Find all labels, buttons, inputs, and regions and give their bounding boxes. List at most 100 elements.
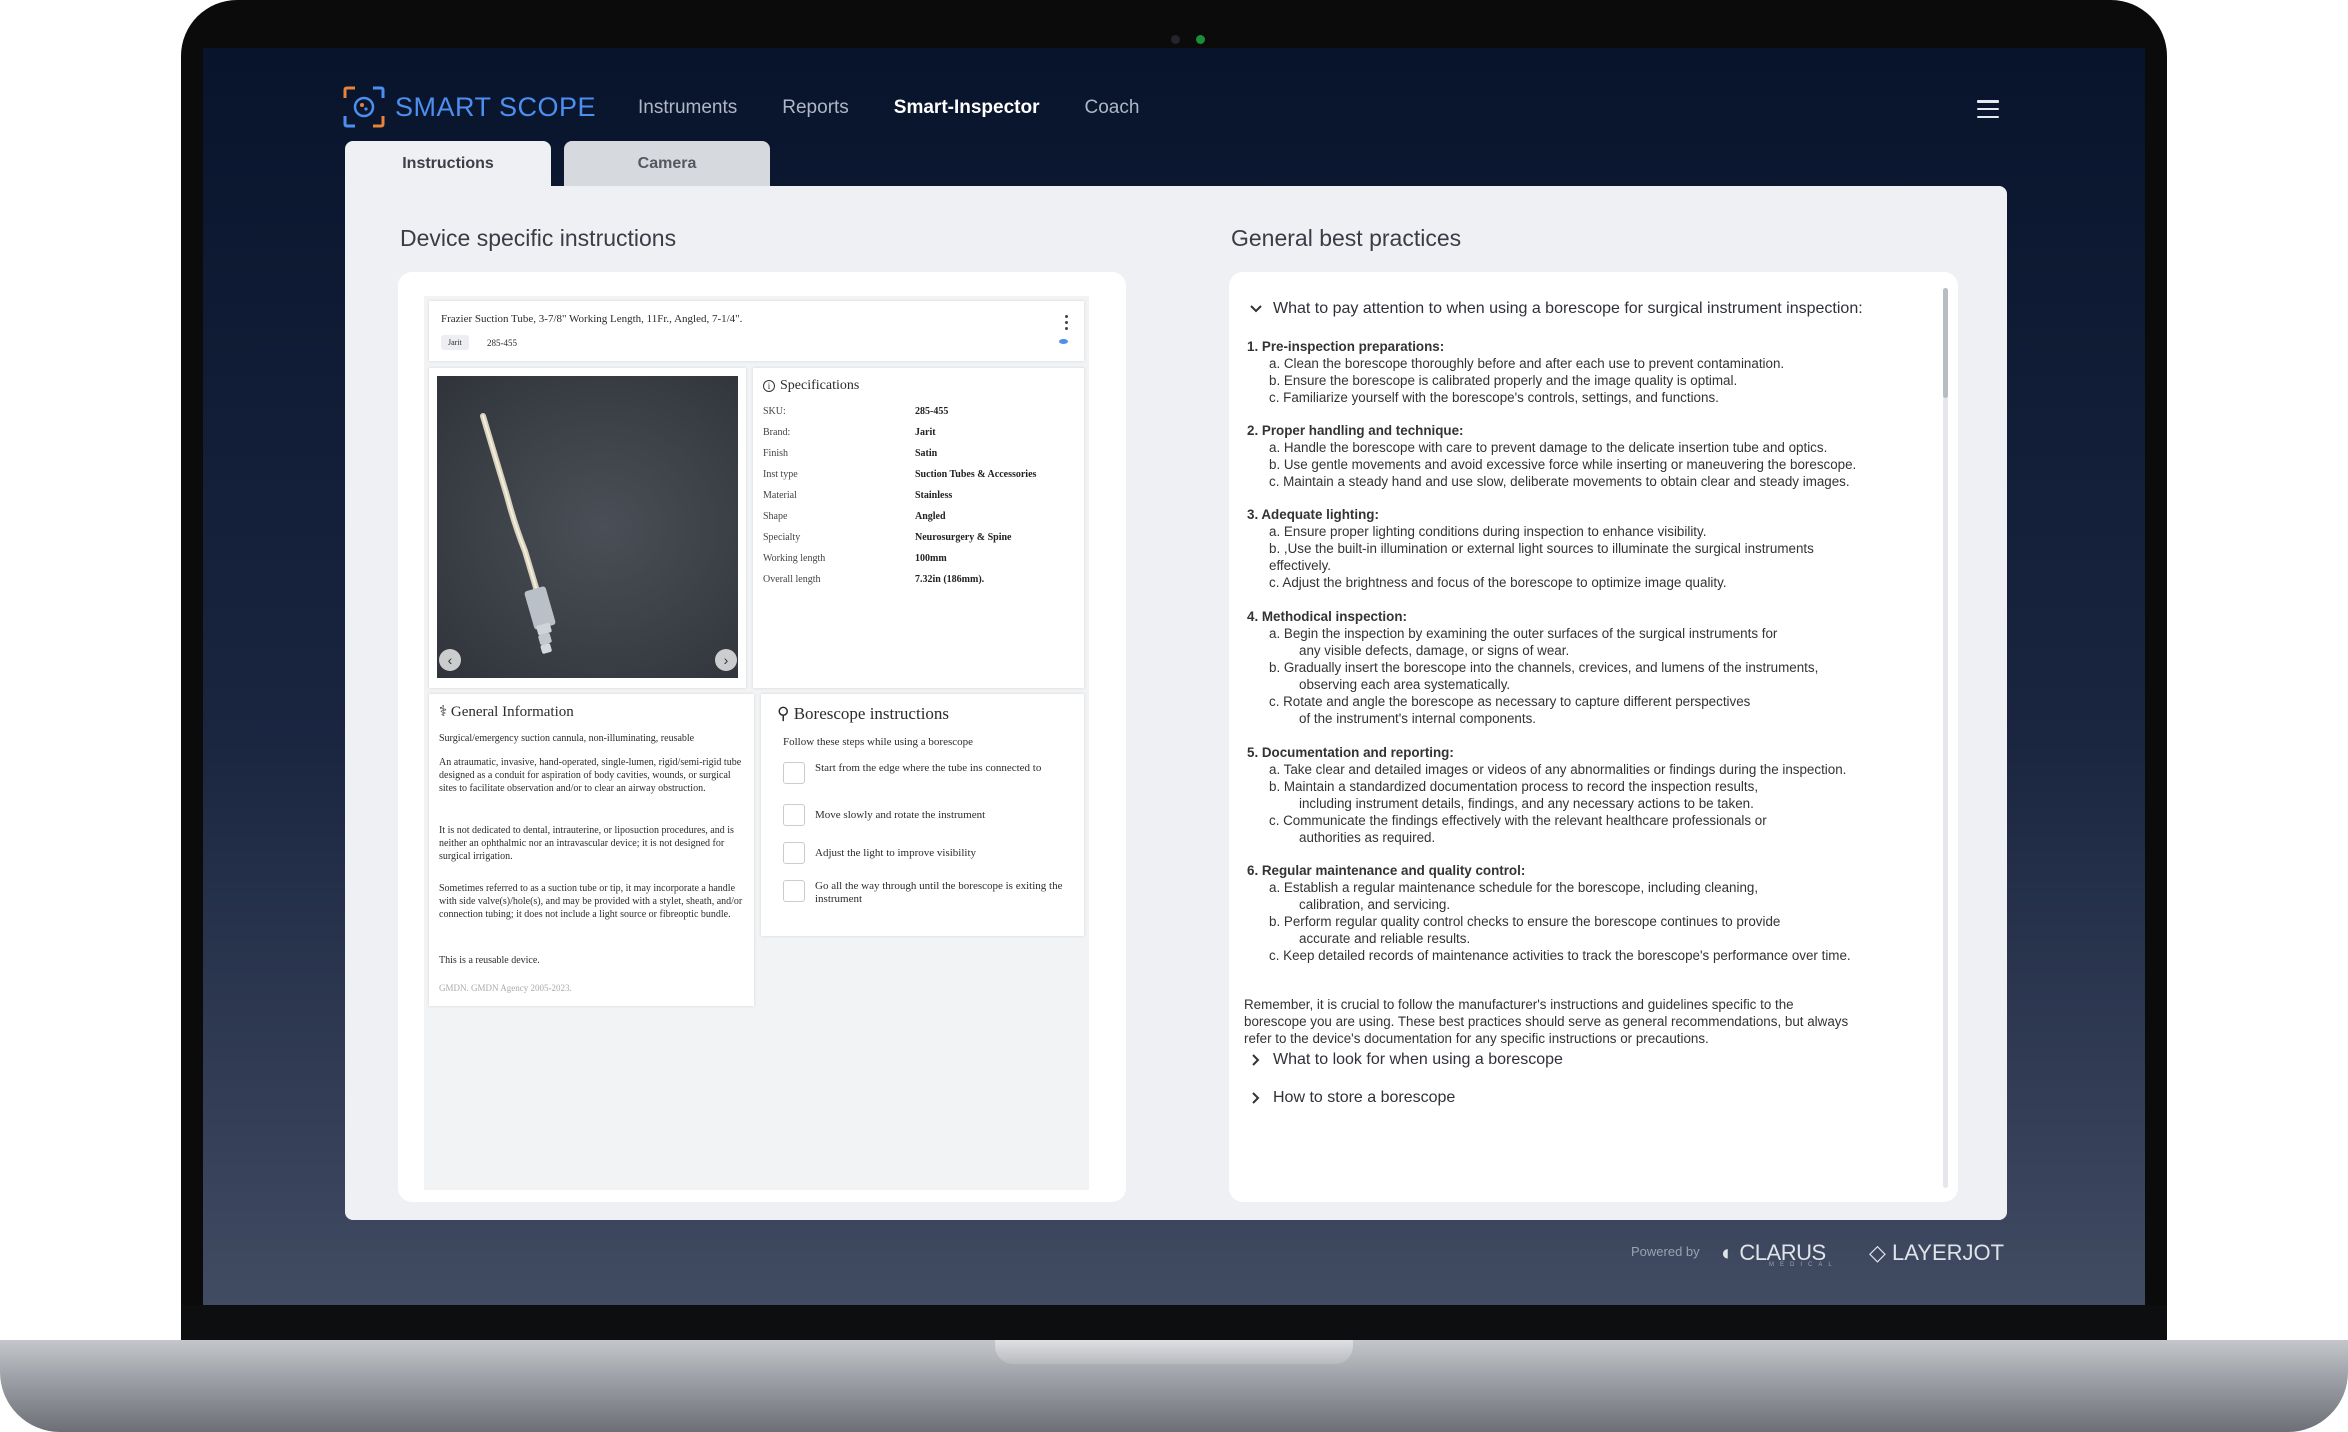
general-information-panel: ⚕ General Information Surgical/emergency… (429, 694, 754, 1006)
info-icon: i (763, 380, 775, 392)
practice-item: accurate and reliable results. (1299, 931, 1471, 946)
practice-item: c. Maintain a steady hand and use slow, … (1269, 474, 1850, 489)
practice-item: c. Communicate the findings effectively … (1269, 813, 1767, 828)
step-checkbox[interactable] (783, 880, 805, 902)
step-checkbox[interactable] (783, 842, 805, 864)
previous-image-button[interactable]: ‹ (439, 649, 461, 671)
step-item[interactable]: Adjust the light to improve visibility (783, 842, 1063, 864)
image-carousel: ‹ › (429, 368, 746, 688)
spec-row: Finish Satin (763, 448, 1063, 459)
step-item[interactable]: Move slowly and rotate the instrument (783, 804, 1063, 826)
spec-value: Suction Tubes & Accessories (915, 469, 1037, 480)
hamburger-menu-icon[interactable] (1977, 100, 1999, 118)
laptop-notch (995, 1340, 1353, 1364)
main-nav: Instruments Reports Smart-Inspector Coac… (638, 97, 1139, 119)
app-screen: SMART SCOPE Instruments Reports Smart-In… (203, 48, 2145, 1305)
spec-row: Specialty Neurosurgery & Spine (763, 532, 1063, 543)
tab-camera[interactable]: Camera (564, 141, 770, 187)
practice-item: c. Keep detailed records of maintenance … (1269, 948, 1851, 963)
spec-key: Specialty (763, 532, 801, 543)
device-name: Frazier Suction Tube, 3-7/8" Working Len… (441, 313, 743, 325)
step-label: Move slowly and rotate the instrument (815, 809, 986, 821)
info-paragraph: An atraumatic, invasive, hand-operated, … (439, 757, 742, 794)
spec-row: Inst type Suction Tubes & Accessories (763, 469, 1063, 480)
accordion-how-to-store[interactable]: How to store a borescope (1249, 1089, 1455, 1106)
practice-item: calibration, and servicing. (1299, 897, 1451, 912)
practice-item: observing each area systematically. (1299, 677, 1511, 692)
brand-name: SMART SCOPE (395, 91, 597, 122)
spec-key: Brand: (763, 427, 791, 438)
general-information-heading: ⚕ General Information (439, 702, 574, 721)
practice-item: a. Begin the inspection by examining the… (1269, 626, 1778, 641)
specifications-heading: i Specifications (763, 378, 859, 394)
webcam-icon (1171, 35, 1180, 44)
scrollbar-thumb[interactable] (1943, 288, 1948, 398)
practice-item: b. ,Use the built-in illumination or ext… (1269, 541, 1814, 556)
info-paragraph: This is a reusable device. (439, 955, 540, 966)
spec-value: Satin (915, 448, 938, 459)
practice-item: a. Establish a regular maintenance sched… (1269, 880, 1759, 895)
spec-value: Stainless (915, 490, 953, 501)
nav-instruments[interactable]: Instruments (638, 97, 737, 119)
clarus-sub: MEDICAL (1769, 1262, 1838, 1268)
practice-item: authorities as required. (1299, 830, 1436, 845)
practice-heading: 1. Pre-inspection preparations: (1247, 339, 1445, 354)
step-item[interactable]: Start from the edge where the tube ins c… (783, 762, 1063, 784)
borescope-instructions-heading: ⚲ Borescope instructions (777, 704, 949, 724)
tab-instructions[interactable]: Instructions (345, 141, 551, 187)
accordion-attention[interactable]: What to pay attention to when using a bo… (1249, 300, 1863, 317)
powered-by-label: Powered by (1631, 1244, 1700, 1259)
practice-item: Remember, it is crucial to follow the ma… (1244, 997, 1794, 1012)
nav-coach[interactable]: Coach (1085, 97, 1140, 119)
nav-reports[interactable]: Reports (782, 97, 849, 119)
practice-heading: 5. Documentation and reporting: (1247, 745, 1454, 760)
spec-row: SKU: 285-455 (763, 406, 1063, 417)
spec-row: Working length 100mm (763, 553, 1063, 564)
borescope-instructions-title: Borescope instructions (793, 704, 950, 723)
gmdn-credit: GMDN. GMDN Agency 2005-2023. (439, 983, 572, 993)
step-checkbox[interactable] (783, 804, 805, 826)
eye-icon[interactable] (1059, 339, 1068, 344)
spec-value: Jarit (915, 427, 936, 438)
stethoscope-icon: ⚕ (439, 704, 448, 720)
spec-key: Shape (763, 511, 788, 522)
practice-item: a. Ensure proper lighting conditions dur… (1269, 524, 1707, 539)
next-image-button[interactable]: › (715, 649, 737, 671)
spec-key: Working length (763, 553, 826, 564)
nav-smart-inspector[interactable]: Smart-Inspector (894, 97, 1040, 119)
spec-key: SKU: (763, 406, 786, 417)
practice-item: including instrument details, findings, … (1299, 796, 1754, 811)
accordion-heading: How to store a borescope (1273, 1089, 1456, 1106)
device-instructions-card: Frazier Suction Tube, 3-7/8" Working Len… (398, 272, 1126, 1202)
practice-heading: 3. Adequate lighting: (1247, 507, 1379, 522)
layerjot-name: LAYERJOT (1892, 1240, 2005, 1265)
brand-tag: Jarit (441, 335, 469, 350)
practice-item: a. Clean the borescope thoroughly before… (1269, 356, 1785, 371)
accordion-what-to-look-for[interactable]: What to look for when using a borescope (1249, 1051, 1563, 1068)
camera-indicator-light (1196, 35, 1205, 44)
screen-chin (181, 1305, 2167, 1345)
best-practices-title: General best practices (1231, 225, 1462, 251)
spec-value: Neurosurgery & Spine (915, 532, 1012, 543)
chevron-right-icon (1252, 1091, 1260, 1104)
step-item[interactable]: Go all the way through until the boresco… (783, 880, 1063, 906)
specifications-panel: i Specifications SKU: 285-455 Brand: Jarit… (753, 368, 1084, 688)
practice-item: c. Adjust the brightness and focus of th… (1269, 575, 1727, 590)
chevron-down-icon (1250, 304, 1262, 312)
practice-item: b. Maintain a standardized documentation… (1269, 779, 1759, 794)
brand-logo[interactable]: SMART SCOPE (343, 86, 596, 128)
practice-item: effectively. (1269, 558, 1332, 573)
practice-item: c. Familiarize yourself with the boresco… (1269, 390, 1719, 405)
device-section-title: Device specific instructions (400, 225, 677, 251)
borescope-instructions-subtitle: Follow these steps while using a boresco… (783, 736, 974, 748)
more-options-icon[interactable] (1065, 315, 1068, 330)
info-paragraph: Surgical/emergency suction cannula, non-… (439, 733, 695, 744)
scrollbar-track[interactable] (1943, 288, 1948, 1188)
step-label: Adjust the light to improve visibility (815, 847, 977, 859)
borescope-icon: ⚲ (777, 704, 790, 723)
borescope-instructions-panel: ⚲ Borescope instructions Follow these st… (761, 694, 1084, 936)
step-checkbox[interactable] (783, 762, 805, 784)
info-paragraph: It is not dedicated to dental, intrauter… (439, 825, 734, 862)
practice-item: of the instrument's internal components. (1299, 711, 1537, 726)
practice-item: borescope you are using. These best prac… (1244, 1014, 1849, 1029)
